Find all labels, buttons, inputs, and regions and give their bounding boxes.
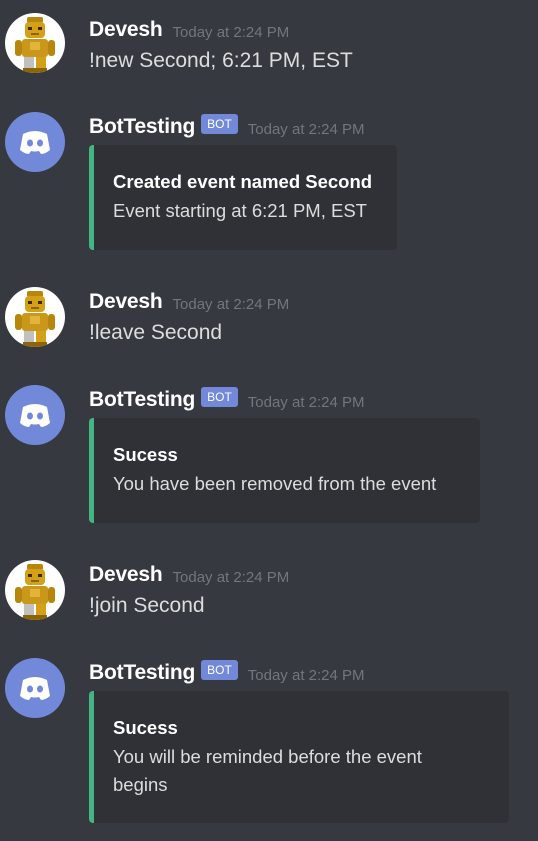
timestamp: Today at 2:24 PM	[172, 23, 290, 41]
bot-badge: BOT	[201, 660, 238, 680]
timestamp: Today at 2:24 PM	[247, 393, 365, 411]
message-header: Devesh Today at 2:24 PM	[89, 289, 289, 315]
avatar[interactable]	[5, 13, 65, 73]
author-name[interactable]: BotTesting	[89, 661, 195, 685]
message-header: Devesh Today at 2:24 PM	[89, 17, 289, 43]
message-content: !leave Second	[89, 321, 223, 344]
discord-logo-avatar-icon	[5, 385, 65, 445]
c3po-lego-avatar-icon	[5, 560, 65, 620]
timestamp: Today at 2:24 PM	[172, 295, 290, 313]
embed-card: Created event named Second Event startin…	[89, 145, 397, 250]
embed-description: You will be reminded before the event be…	[113, 746, 422, 795]
timestamp: Today at 2:24 PM	[172, 568, 290, 586]
author-name[interactable]: Devesh	[89, 290, 163, 314]
message-header: BotTesting BOT Today at 2:24 PM	[89, 387, 365, 413]
author-name[interactable]: Devesh	[89, 18, 163, 42]
embed-card: Sucess You will be reminded before the e…	[89, 691, 509, 823]
c3po-lego-avatar-icon	[5, 287, 65, 347]
message-header: BotTesting BOT Today at 2:24 PM	[89, 114, 365, 140]
avatar[interactable]	[5, 112, 65, 172]
bot-badge: BOT	[201, 114, 238, 134]
message-header: Devesh Today at 2:24 PM	[89, 562, 289, 588]
message-content: !new Second; 6:21 PM, EST	[89, 49, 353, 72]
embed-description: Event starting at 6:21 PM, EST	[113, 200, 367, 221]
author-name[interactable]: BotTesting	[89, 115, 195, 139]
avatar[interactable]	[5, 560, 65, 620]
embed-title: Sucess	[113, 717, 178, 738]
embed-title: Created event named Second	[113, 171, 373, 192]
timestamp: Today at 2:24 PM	[247, 666, 365, 684]
author-name[interactable]: BotTesting	[89, 388, 195, 412]
author-name[interactable]: Devesh	[89, 563, 163, 587]
avatar[interactable]	[5, 658, 65, 718]
embed-description: You have been removed from the event	[113, 473, 437, 494]
embed-card: Sucess You have been removed from the ev…	[89, 418, 480, 523]
c3po-lego-avatar-icon	[5, 13, 65, 73]
bot-badge: BOT	[201, 387, 238, 407]
discord-logo-avatar-icon	[5, 112, 65, 172]
message-content: !join Second	[89, 594, 205, 617]
embed-title: Sucess	[113, 444, 178, 465]
discord-logo-avatar-icon	[5, 658, 65, 718]
timestamp: Today at 2:24 PM	[247, 120, 365, 138]
message-header: BotTesting BOT Today at 2:24 PM	[89, 660, 365, 686]
avatar[interactable]	[5, 385, 65, 445]
avatar[interactable]	[5, 287, 65, 347]
